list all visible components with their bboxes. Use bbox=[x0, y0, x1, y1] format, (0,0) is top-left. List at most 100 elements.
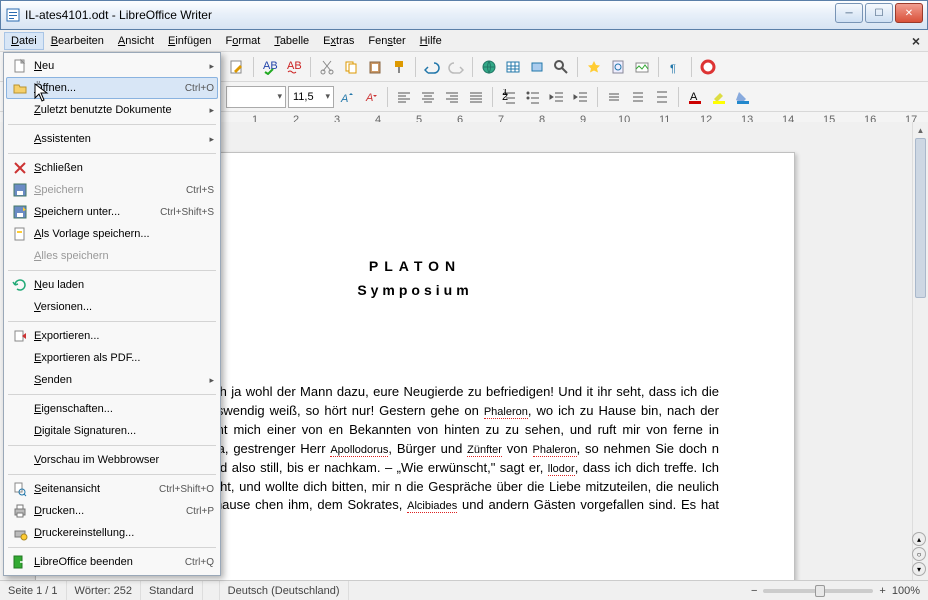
close-icon bbox=[10, 160, 30, 176]
status-lang[interactable]: Deutsch (Deutschland) bbox=[220, 581, 349, 600]
maximize-button[interactable]: ☐ bbox=[865, 3, 893, 23]
vertical-scrollbar[interactable]: ▲ ▼ bbox=[912, 122, 928, 580]
status-style[interactable]: Standard bbox=[141, 581, 203, 600]
menu-item-digitale-signaturen[interactable]: Digitale Signaturen... bbox=[6, 420, 218, 442]
menu-item-als-vorlage-speichern[interactable]: Als Vorlage speichern... bbox=[6, 223, 218, 245]
scroll-thumb[interactable] bbox=[915, 138, 926, 298]
menu-item-label: Seitenansicht bbox=[34, 483, 159, 495]
zoom-value[interactable]: 100% bbox=[892, 585, 920, 597]
svg-text:A: A bbox=[365, 92, 373, 104]
indent-inc-icon[interactable] bbox=[570, 86, 592, 108]
zoom-out-icon[interactable]: − bbox=[751, 585, 757, 597]
menu-datei[interactable]: Datei bbox=[4, 32, 44, 50]
menu-item-zuletzt-benutzte-dokumente[interactable]: Zuletzt benutzte Dokumente▸ bbox=[6, 99, 218, 121]
menu-shortcut: Ctrl+S bbox=[186, 185, 214, 196]
hyperlink-icon[interactable] bbox=[478, 56, 500, 78]
help-icon[interactable] bbox=[697, 56, 719, 78]
menu-item-label: LibreOffice beenden bbox=[34, 556, 185, 568]
gallery-icon[interactable] bbox=[631, 56, 653, 78]
menu-format[interactable]: Format bbox=[218, 32, 267, 50]
menu-item-neu[interactable]: Neu▸ bbox=[6, 55, 218, 77]
bg-color-icon[interactable] bbox=[732, 86, 754, 108]
menu-shortcut: Ctrl+Q bbox=[185, 557, 214, 568]
menu-item-exportieren-als-pdf[interactable]: Exportieren als PDF... bbox=[6, 347, 218, 369]
status-words[interactable]: Wörter: 252 bbox=[67, 581, 141, 600]
menu-item-label: Öffnen... bbox=[34, 82, 185, 94]
menu-item-schlie-en[interactable]: Schließen bbox=[6, 157, 218, 179]
menu-item-exportieren[interactable]: Exportieren... bbox=[6, 325, 218, 347]
line-spacing-1-icon[interactable] bbox=[603, 86, 625, 108]
menu-item-versionen[interactable]: Versionen... bbox=[6, 296, 218, 318]
minimize-button[interactable]: ─ bbox=[835, 3, 863, 23]
zoom-in-icon[interactable]: + bbox=[879, 585, 885, 597]
menu-item-label: Speichern unter... bbox=[34, 206, 160, 218]
font-size-combo[interactable]: 11,5 bbox=[288, 86, 334, 108]
undo-icon[interactable] bbox=[421, 56, 443, 78]
menu-item-drucken[interactable]: Drucken...Ctrl+P bbox=[6, 500, 218, 522]
spellcheck-icon[interactable]: ABC bbox=[259, 56, 281, 78]
menu-einfuegen[interactable]: Einfügen bbox=[161, 32, 218, 50]
table-icon[interactable] bbox=[502, 56, 524, 78]
menu-bearbeiten[interactable]: Bearbeiten bbox=[44, 32, 111, 50]
font-shrink-icon[interactable]: A bbox=[360, 86, 382, 108]
format-paint-icon[interactable] bbox=[388, 56, 410, 78]
align-left-icon[interactable] bbox=[393, 86, 415, 108]
cut-icon[interactable] bbox=[316, 56, 338, 78]
menu-item-senden[interactable]: Senden▸ bbox=[6, 369, 218, 391]
status-page[interactable]: Seite 1 / 1 bbox=[0, 581, 67, 600]
font-color-icon[interactable]: A bbox=[684, 86, 706, 108]
list-bullet-icon[interactable] bbox=[522, 86, 544, 108]
nav-select-icon[interactable]: ○ bbox=[912, 547, 926, 561]
menu-item-druckereinstellung[interactable]: Druckereinstellung... bbox=[6, 522, 218, 544]
menu-item-alles-speichern[interactable]: Alles speichern bbox=[6, 245, 218, 267]
nav-up-icon[interactable]: ▴ bbox=[912, 532, 926, 546]
navigator-icon[interactable] bbox=[607, 56, 629, 78]
indent-dec-icon[interactable] bbox=[546, 86, 568, 108]
menu-shortcut: Ctrl+O bbox=[185, 83, 214, 94]
menu-item-seitenansicht[interactable]: SeitenansichtCtrl+Shift+O bbox=[6, 478, 218, 500]
highlight-icon[interactable] bbox=[708, 86, 730, 108]
edit-icon[interactable] bbox=[226, 56, 248, 78]
autospell-icon[interactable]: ABC bbox=[283, 56, 305, 78]
menu-item-ffnen[interactable]: Öffnen...Ctrl+O bbox=[6, 77, 218, 99]
align-justify-icon[interactable] bbox=[465, 86, 487, 108]
menu-item-libreoffice-beenden[interactable]: LibreOffice beendenCtrl+Q bbox=[6, 551, 218, 573]
align-center-icon[interactable] bbox=[417, 86, 439, 108]
menu-shortcut: Ctrl+Shift+S bbox=[160, 207, 214, 218]
menu-item-neu-laden[interactable]: Neu laden bbox=[6, 274, 218, 296]
menu-item-vorschau-im-webbrowser[interactable]: Vorschau im Webbrowser bbox=[6, 449, 218, 471]
zoom-slider[interactable] bbox=[763, 589, 873, 593]
menu-hilfe[interactable]: Hilfe bbox=[413, 32, 449, 50]
menu-extras[interactable]: Extras bbox=[316, 32, 361, 50]
menu-tabelle[interactable]: Tabelle bbox=[267, 32, 316, 50]
font-name-combo[interactable] bbox=[226, 86, 286, 108]
line-spacing-15-icon[interactable] bbox=[627, 86, 649, 108]
list-num-icon[interactable]: 12 bbox=[498, 86, 520, 108]
font-grow-icon[interactable]: A bbox=[336, 86, 358, 108]
nav-down-icon[interactable]: ▾ bbox=[912, 562, 926, 576]
redo-icon[interactable] bbox=[445, 56, 467, 78]
line-spacing-2-icon[interactable] bbox=[651, 86, 673, 108]
statusbar: Seite 1 / 1 Wörter: 252 Standard Deutsch… bbox=[0, 580, 928, 600]
nonprinting-icon[interactable]: ¶ bbox=[664, 56, 686, 78]
template-icon bbox=[10, 226, 30, 242]
menu-item-speichern[interactable]: SpeichernCtrl+S bbox=[6, 179, 218, 201]
document-close-icon[interactable]: × bbox=[912, 33, 920, 49]
find-icon[interactable] bbox=[550, 56, 572, 78]
menu-item-eigenschaften[interactable]: Eigenschaften... bbox=[6, 398, 218, 420]
paste-icon[interactable] bbox=[364, 56, 386, 78]
align-right-icon[interactable] bbox=[441, 86, 463, 108]
menu-ansicht[interactable]: Ansicht bbox=[111, 32, 161, 50]
menu-item-assistenten[interactable]: Assistenten▸ bbox=[6, 128, 218, 150]
svg-text:A: A bbox=[340, 93, 348, 105]
menu-item-speichern-unter[interactable]: Speichern unter...Ctrl+Shift+S bbox=[6, 201, 218, 223]
copy-icon[interactable] bbox=[340, 56, 362, 78]
saveas-icon bbox=[10, 204, 30, 220]
rect-icon[interactable] bbox=[526, 56, 548, 78]
menu-fenster[interactable]: Fenster bbox=[361, 32, 412, 50]
menu-item-label: Exportieren als PDF... bbox=[34, 352, 214, 364]
scroll-up-icon[interactable]: ▲ bbox=[913, 122, 928, 138]
star-icon[interactable] bbox=[583, 56, 605, 78]
close-button[interactable]: ✕ bbox=[895, 3, 923, 23]
svg-text:ABC: ABC bbox=[287, 60, 302, 72]
